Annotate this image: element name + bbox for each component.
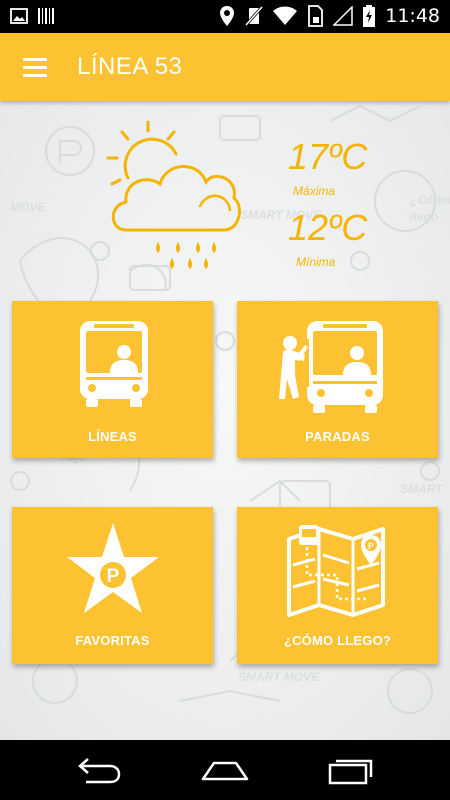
tile-paradas-label: PARADAS <box>305 429 370 444</box>
svg-text:SMART MOVE: SMART MOVE <box>238 670 320 684</box>
svg-text:MOVE: MOVE <box>10 200 46 214</box>
min-temperature-label: Mínima <box>296 255 336 269</box>
tile-lineas[interactable]: LÍNEAS <box>12 301 213 458</box>
hamburger-menu-icon[interactable] <box>14 49 54 85</box>
status-bar: 11:48 <box>0 0 450 33</box>
sim-icon <box>307 5 324 27</box>
max-temperature-label: Máxima <box>293 184 336 198</box>
vibrate-icon <box>245 5 264 27</box>
status-time: 11:48 <box>385 5 440 27</box>
wifi-icon <box>273 6 298 26</box>
svg-text:llego: llego <box>410 210 438 224</box>
recents-icon[interactable] <box>326 755 376 785</box>
svg-text:¿Cómo: ¿Cómo <box>410 193 450 207</box>
bus-stop-icon <box>279 321 383 413</box>
svg-text:SMART: SMART <box>400 482 444 496</box>
location-icon <box>219 5 235 27</box>
max-temperature: 17ºC <box>288 136 368 177</box>
tile-como-llego-label: ¿CÓMO LLEGO? <box>283 633 392 648</box>
image-icon <box>10 7 28 25</box>
signal-icon <box>333 6 353 26</box>
svg-text:P: P <box>368 541 374 551</box>
tile-como-llego[interactable]: P ¿CÓMO LLEGO? <box>237 507 438 664</box>
tile-favoritas-label: FAVORITAS <box>75 633 150 648</box>
tile-lineas-label: LÍNEAS <box>88 429 137 444</box>
min-temperature: 12ºC <box>288 207 368 248</box>
route-map-icon: P <box>287 525 385 617</box>
tile-paradas[interactable]: PARADAS <box>237 301 438 458</box>
back-icon[interactable] <box>76 755 126 785</box>
barcode-icon <box>38 7 54 25</box>
star-parking-icon: P <box>67 523 159 613</box>
app-title: LÍNEA 53 <box>77 53 183 80</box>
svg-text:P: P <box>107 566 120 587</box>
battery-icon <box>363 5 376 27</box>
home-icon[interactable] <box>200 755 250 785</box>
app-bar: LÍNEA 53 <box>0 33 450 101</box>
navigation-bar <box>0 740 450 800</box>
partly-cloudy-rain-icon <box>106 120 241 269</box>
main-content: SMART MOVE MOVE SMART SMART MOVE ¿Cómo l… <box>0 101 450 740</box>
bus-front-icon <box>80 321 148 407</box>
tile-favoritas[interactable]: P FAVORITAS <box>12 507 213 664</box>
